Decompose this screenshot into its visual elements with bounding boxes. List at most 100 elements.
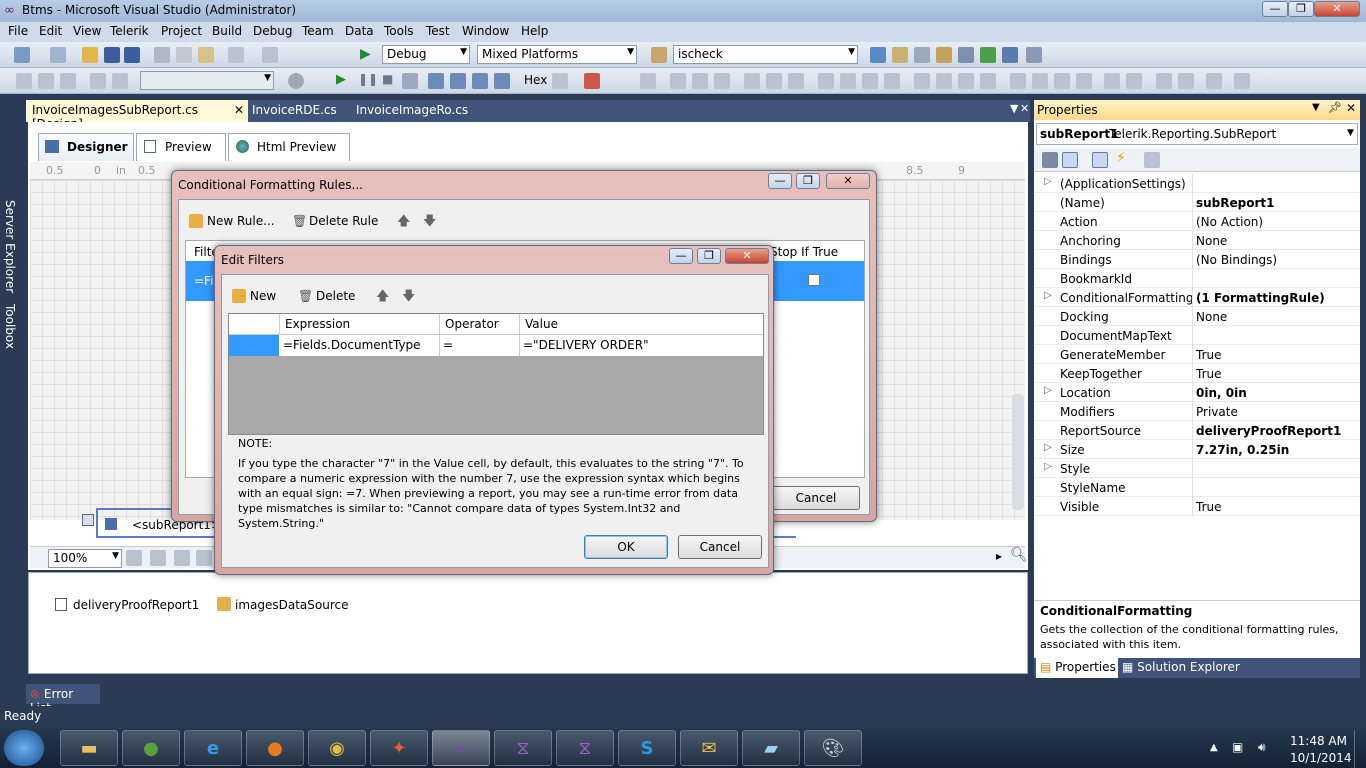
taskbar-firefox[interactable]: ● bbox=[246, 730, 304, 766]
redo-icon[interactable] bbox=[262, 47, 278, 63]
tab-properties[interactable]: ▤ Properties bbox=[1036, 658, 1118, 678]
property-value[interactable]: True bbox=[1196, 348, 1222, 362]
align-centers-icon[interactable] bbox=[692, 73, 708, 89]
toolbox-icon[interactable] bbox=[936, 47, 952, 63]
make-same-height-icon[interactable] bbox=[840, 73, 856, 89]
property-row[interactable]: (Name) subReport1 bbox=[1034, 193, 1360, 212]
taskbar-vs2[interactable]: ⧖ bbox=[494, 730, 552, 766]
cut-icon[interactable] bbox=[154, 47, 170, 63]
snap-icon[interactable] bbox=[150, 550, 166, 566]
scroll-right-icon[interactable]: ▸ bbox=[996, 549, 1002, 563]
menu-view[interactable]: View bbox=[73, 24, 101, 38]
pin-icon[interactable]: 📌︎ bbox=[1328, 101, 1342, 114]
expand-icon[interactable]: ▷ bbox=[1044, 461, 1052, 472]
restart-icon[interactable] bbox=[402, 73, 418, 89]
property-value[interactable]: subReport1 bbox=[1196, 196, 1275, 210]
vspacing-equal-icon[interactable] bbox=[1010, 73, 1026, 89]
center-horizontally-icon[interactable] bbox=[1104, 73, 1120, 89]
threads-icon[interactable] bbox=[552, 73, 568, 89]
menu-telerik[interactable]: Telerik bbox=[110, 24, 149, 38]
property-value[interactable]: (1 FormattingRule) bbox=[1196, 291, 1325, 305]
send-to-back-icon[interactable] bbox=[1178, 73, 1194, 89]
add-item-icon[interactable] bbox=[50, 47, 66, 63]
tab-dropdown-icon[interactable]: ▼ bbox=[1010, 102, 1018, 115]
property-value[interactable]: deliveryProofReport1 bbox=[1196, 424, 1341, 438]
clock-time[interactable]: 11:48 AM bbox=[1290, 734, 1347, 748]
close-icon[interactable]: ✕ bbox=[1346, 101, 1356, 115]
expand-icon[interactable]: ▷ bbox=[1044, 290, 1052, 301]
property-row[interactable]: ▷ Style bbox=[1034, 459, 1360, 478]
ef-maximize-button[interactable]: ❐ bbox=[697, 248, 721, 264]
taskbar-ie[interactable]: e bbox=[184, 730, 242, 766]
center-vertically-icon[interactable] bbox=[1126, 73, 1142, 89]
new-project-icon[interactable] bbox=[14, 47, 30, 63]
ef-close-button[interactable]: ✕ bbox=[725, 248, 769, 264]
make-same-size-icon[interactable] bbox=[862, 73, 878, 89]
property-row[interactable]: ▷ (ApplicationSettings) bbox=[1034, 174, 1360, 193]
indent-icon[interactable] bbox=[90, 73, 106, 89]
taskbar-visual-studio-active[interactable]: ∞ bbox=[432, 730, 490, 766]
property-row[interactable]: Anchoring None bbox=[1034, 231, 1360, 250]
cf-close-button[interactable]: ✕ bbox=[826, 173, 870, 189]
menu-project[interactable]: Project bbox=[161, 24, 202, 38]
save-icon[interactable] bbox=[104, 47, 120, 63]
maximize-button[interactable]: ❐ bbox=[1288, 1, 1314, 17]
process-icon[interactable] bbox=[288, 73, 304, 89]
expand-icon[interactable]: ▷ bbox=[1044, 176, 1052, 187]
property-value[interactable]: 0in, 0in bbox=[1196, 386, 1247, 400]
server-explorer-tab[interactable]: Server Explorer bbox=[3, 200, 17, 293]
clock-date[interactable]: 10/1/2014 bbox=[1290, 751, 1352, 765]
hspacing-equal-icon[interactable] bbox=[914, 73, 930, 89]
property-value[interactable]: 7.27in, 0.25in bbox=[1196, 443, 1289, 457]
object-browser-icon[interactable] bbox=[914, 47, 930, 63]
property-row[interactable]: Action (No Action) bbox=[1034, 212, 1360, 231]
align-middles-icon[interactable] bbox=[766, 73, 782, 89]
property-row[interactable]: DocumentMapText bbox=[1034, 326, 1360, 345]
breakpoint-icon[interactable] bbox=[584, 73, 600, 89]
toolbox-tab[interactable]: Toolbox bbox=[3, 304, 17, 349]
property-row[interactable]: Docking None bbox=[1034, 307, 1360, 326]
property-value[interactable]: (No Action) bbox=[1196, 215, 1263, 229]
property-row[interactable]: Bindings (No Bindings) bbox=[1034, 250, 1360, 269]
close-tab-icon[interactable]: ✕ bbox=[234, 103, 244, 117]
tab-invoicerde[interactable]: InvoiceRDE.cs bbox=[246, 100, 350, 122]
hspacing-remove-icon[interactable] bbox=[980, 73, 996, 89]
vspacing-increase-icon[interactable] bbox=[1032, 73, 1048, 89]
close-document-icon[interactable]: ✕ bbox=[1020, 102, 1029, 115]
filter-value-cell[interactable]: ="DELIVERY ORDER" bbox=[523, 338, 649, 352]
filter-row[interactable]: =Fields.DocumentType = ="DELIVERY ORDER" bbox=[229, 335, 763, 356]
filter-expression-cell[interactable]: =Fields.DocumentType bbox=[283, 338, 421, 352]
solution-explorer-icon[interactable] bbox=[870, 47, 886, 63]
taskbar-outlook[interactable]: ✉ bbox=[680, 730, 738, 766]
menu-help[interactable]: Help bbox=[521, 24, 548, 38]
menu-build[interactable]: Build bbox=[212, 24, 242, 38]
minimize-button[interactable]: — bbox=[1262, 1, 1288, 17]
menu-window[interactable]: Window bbox=[462, 24, 509, 38]
taskbar-notes[interactable]: ▰ bbox=[742, 730, 800, 766]
zoom-combo[interactable]: 100% ▼ bbox=[48, 549, 122, 568]
taskbar-explorer[interactable]: ▬ bbox=[60, 730, 118, 766]
copy-icon[interactable] bbox=[176, 47, 192, 63]
tab-invoiceimagessubreport-design[interactable]: InvoiceImagesSubReport.cs [Design] bbox=[26, 100, 248, 131]
ef-minimize-button[interactable]: — bbox=[669, 248, 693, 264]
tools-icon[interactable] bbox=[958, 47, 974, 63]
align-to-grid-icon[interactable] bbox=[640, 73, 656, 89]
align-rights-icon[interactable] bbox=[714, 73, 730, 89]
layout-icon[interactable] bbox=[174, 550, 190, 566]
menu-tools[interactable]: Tools bbox=[384, 24, 414, 38]
tray-item-imagesdatasource[interactable]: imagesDataSource bbox=[235, 598, 349, 612]
property-row[interactable]: GenerateMember True bbox=[1034, 345, 1360, 364]
filter-operator-cell[interactable]: = bbox=[443, 338, 453, 352]
tab-order-icon[interactable] bbox=[1234, 73, 1250, 89]
paste-icon[interactable] bbox=[198, 47, 214, 63]
extension-icon[interactable] bbox=[1002, 47, 1018, 63]
hex-toggle[interactable]: Hex bbox=[524, 73, 547, 87]
property-row[interactable]: BookmarkId bbox=[1034, 269, 1360, 288]
events-icon[interactable]: ⚡ bbox=[1116, 150, 1126, 166]
step-over-icon[interactable] bbox=[472, 73, 488, 89]
step-out-icon[interactable] bbox=[494, 73, 510, 89]
taskbar-chrome[interactable]: ◉ bbox=[308, 730, 366, 766]
save-all-icon[interactable] bbox=[124, 47, 140, 63]
stop-if-true-checkbox[interactable] bbox=[808, 274, 820, 286]
menu-team[interactable]: Team bbox=[302, 24, 334, 38]
